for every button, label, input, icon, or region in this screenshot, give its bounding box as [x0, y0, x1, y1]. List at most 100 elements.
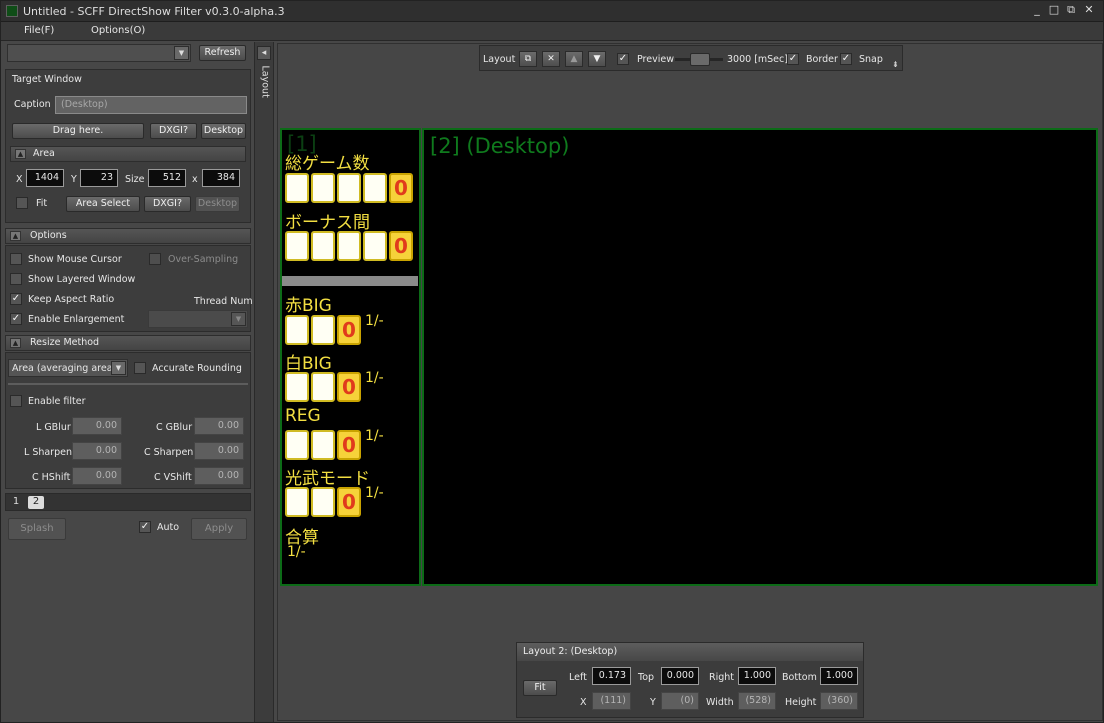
- chevron-down-icon[interactable]: ▼: [231, 312, 246, 326]
- area-y-field[interactable]: 23: [80, 169, 118, 187]
- l-gblur-field[interactable]: 0.00: [72, 417, 122, 435]
- over-sampling-checkbox[interactable]: [149, 253, 161, 265]
- caption-field[interactable]: (Desktop): [55, 96, 247, 114]
- auto-checkbox[interactable]: ✓: [139, 521, 151, 533]
- reel-digit: [285, 430, 309, 460]
- maximize-icon[interactable]: □: [1047, 3, 1061, 19]
- ratio-label: 1/-: [365, 428, 384, 444]
- reel-digit: [311, 315, 335, 345]
- l-sharpen-field[interactable]: 0.00: [72, 442, 122, 460]
- left-label: Left: [569, 672, 587, 683]
- y-label: Y: [71, 174, 77, 185]
- white-big-label: 白BIG: [285, 354, 332, 374]
- show-mouse-cursor-checkbox[interactable]: [10, 253, 22, 265]
- area-dxgi-button[interactable]: DXGI?: [144, 196, 191, 212]
- area-height-field[interactable]: 384: [202, 169, 240, 187]
- area-header[interactable]: ▲ Area: [10, 146, 246, 162]
- auto-label: Auto: [157, 522, 180, 533]
- tab-1[interactable]: 1: [9, 496, 23, 509]
- refresh-button[interactable]: Refresh: [199, 45, 246, 61]
- process-combo[interactable]: ▼: [7, 44, 191, 62]
- layout-side-tab[interactable]: Layout: [260, 66, 271, 102]
- reel-digit-zero: 0: [337, 315, 361, 345]
- move-down-icon[interactable]: ▼: [588, 51, 606, 67]
- enable-enlargement-checkbox[interactable]: ✓: [10, 313, 22, 325]
- c-sharpen-label: C Sharpen: [144, 447, 194, 458]
- c-hshift-field[interactable]: 0.00: [72, 467, 122, 485]
- width-field[interactable]: (528): [738, 692, 776, 710]
- options-header[interactable]: ▲ Options: [5, 228, 251, 244]
- resize-method-title: Resize Method: [30, 337, 100, 348]
- collapse-icon[interactable]: ▲: [10, 231, 21, 241]
- preview-interval-slider[interactable]: [675, 53, 723, 66]
- ratio-label: 1/-: [365, 313, 384, 329]
- resize-method-group: Area (averaging area) ▼ Accurate Roundin…: [5, 352, 251, 489]
- layout-parameter-panel: Layout 2: (Desktop) Fit Left 0.173 Top 0…: [516, 642, 864, 718]
- c-sharpen-field[interactable]: 0.00: [194, 442, 244, 460]
- options-title: Options: [30, 230, 67, 241]
- area-desktop-button[interactable]: Desktop: [195, 196, 240, 212]
- reel-digit: [285, 231, 309, 261]
- dxgi-button[interactable]: DXGI?: [150, 123, 197, 139]
- accurate-rounding-checkbox[interactable]: [134, 362, 146, 374]
- splash-button[interactable]: Splash: [8, 518, 66, 540]
- right-field[interactable]: 1.000: [738, 667, 776, 685]
- c-vshift-label: C VShift: [154, 472, 192, 483]
- collapse-left-icon[interactable]: ◂: [257, 46, 271, 60]
- top-field[interactable]: 0.000: [661, 667, 699, 685]
- chevron-down-icon[interactable]: ▼: [111, 361, 126, 375]
- slider-thumb[interactable]: [690, 53, 710, 66]
- window-title: Untitled - SCFF DirectShow Filter v0.3.0…: [23, 5, 285, 18]
- collapse-icon[interactable]: ▲: [10, 338, 21, 348]
- resize-method-combo[interactable]: Area (averaging area) ▼: [8, 359, 128, 377]
- add-layout-icon[interactable]: ⧉: [519, 51, 537, 67]
- c-vshift-field[interactable]: 0.00: [194, 467, 244, 485]
- snap-checkbox[interactable]: ✓: [840, 53, 852, 65]
- reel-digit: [311, 372, 335, 402]
- area-x-field[interactable]: 1404: [26, 169, 64, 187]
- x-field[interactable]: (111): [592, 692, 631, 710]
- restore-icon[interactable]: ⧉: [1064, 3, 1078, 19]
- remove-layout-icon[interactable]: ✕: [542, 51, 560, 67]
- reel-digit: [337, 173, 361, 203]
- left-field[interactable]: 0.173: [592, 667, 631, 685]
- enable-filter-label: Enable filter: [28, 396, 86, 407]
- close-icon[interactable]: ✕: [1082, 3, 1096, 19]
- reel-digit-zero: 0: [389, 173, 413, 203]
- show-layered-window-label: Show Layered Window: [28, 274, 136, 285]
- thread-num-combo[interactable]: ▼: [148, 310, 248, 328]
- height-field[interactable]: (360): [820, 692, 858, 710]
- minimize-icon[interactable]: _: [1030, 3, 1044, 19]
- c-gblur-label: C GBlur: [156, 422, 193, 433]
- preview-checkbox[interactable]: ✓: [617, 53, 629, 65]
- border-checkbox[interactable]: ✓: [787, 53, 799, 65]
- toolbar-overflow-icon[interactable]: ⇟: [892, 60, 899, 69]
- fit-checkbox[interactable]: [16, 197, 28, 209]
- c-gblur-field[interactable]: 0.00: [194, 417, 244, 435]
- menu-options[interactable]: Options(O): [91, 25, 145, 36]
- collapse-icon[interactable]: ▲: [15, 149, 26, 159]
- enable-filter-checkbox[interactable]: [10, 395, 22, 407]
- thread-num-label: Thread Num: [194, 296, 253, 307]
- move-up-icon[interactable]: ▲: [565, 51, 583, 67]
- apply-button[interactable]: Apply: [191, 518, 247, 540]
- area-select-button[interactable]: Area Select: [66, 196, 140, 212]
- snap-label: Snap: [859, 54, 883, 65]
- keep-aspect-ratio-checkbox[interactable]: ✓: [10, 293, 22, 305]
- resize-method-header[interactable]: ▲ Resize Method: [5, 335, 251, 351]
- layout-fit-button[interactable]: Fit: [523, 680, 557, 696]
- layout-2-preview[interactable]: [2] (Desktop): [422, 128, 1098, 586]
- desktop-button[interactable]: Desktop: [201, 123, 246, 139]
- area-width-field[interactable]: 512: [148, 169, 186, 187]
- menu-file[interactable]: File(F): [24, 25, 54, 36]
- bottom-field[interactable]: 1.000: [820, 667, 858, 685]
- drag-here-button[interactable]: Drag here.: [12, 123, 144, 139]
- caption-label: Caption: [14, 99, 51, 110]
- reel-digit: [285, 487, 309, 517]
- preview-interval-label: 3000 [mSec]: [727, 54, 788, 65]
- show-layered-window-checkbox[interactable]: [10, 273, 22, 285]
- tab-2[interactable]: 2: [28, 496, 44, 509]
- chevron-down-icon[interactable]: ▼: [174, 46, 189, 60]
- border-label: Border: [806, 54, 838, 65]
- y-field[interactable]: (0): [661, 692, 699, 710]
